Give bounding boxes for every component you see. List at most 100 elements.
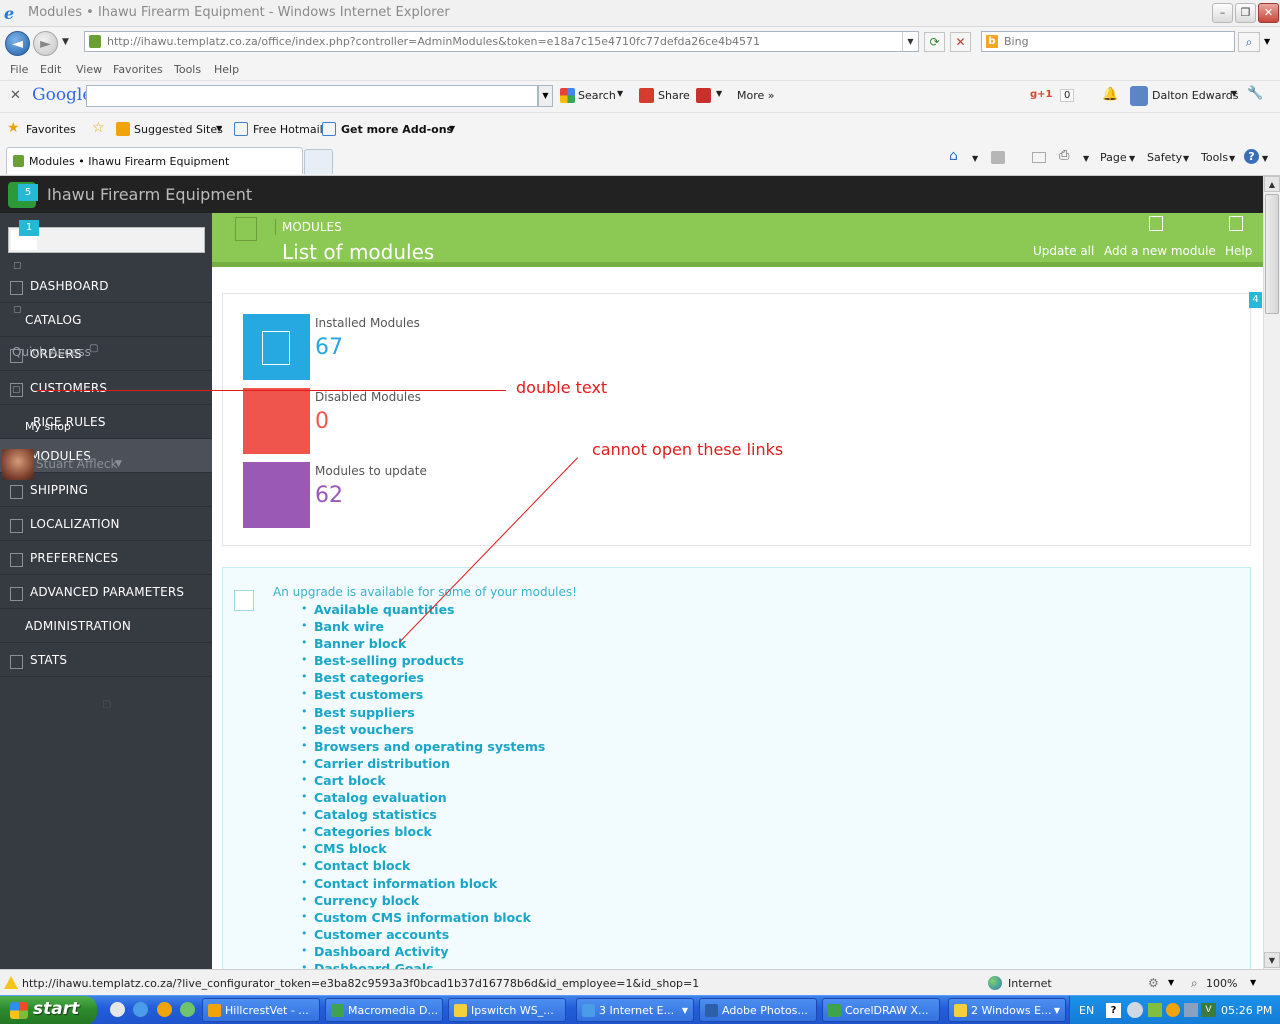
back-button[interactable]: ◄ xyxy=(5,31,30,56)
sidebar-item-dashboard[interactable]: DASHBOARD xyxy=(0,269,212,303)
blocker-dropdown-icon[interactable]: ▼ xyxy=(716,89,722,98)
side-tag[interactable]: 4 xyxy=(1249,292,1262,308)
module-link[interactable]: Contact block xyxy=(301,858,545,875)
home-icon[interactable]: ⌂ xyxy=(949,148,958,164)
protected-mode-icon[interactable]: ⚙ xyxy=(1148,976,1159,990)
help-button[interactable]: Help xyxy=(1225,244,1252,258)
quicklaunch-app-icon[interactable] xyxy=(180,1002,195,1017)
zoom-dropdown-icon[interactable]: ▼ xyxy=(1250,978,1256,987)
scroll-thumb[interactable] xyxy=(1265,194,1279,314)
notification-bell-icon[interactable]: 🔔 xyxy=(1102,87,1118,102)
sidebar-item-customers[interactable]: CUSTOMERS xyxy=(0,371,212,405)
mail-icon[interactable] xyxy=(1032,152,1046,163)
employee-avatar[interactable] xyxy=(2,449,34,480)
search-go-icon[interactable]: ⌕ xyxy=(1238,32,1260,52)
security-zone[interactable]: Internet xyxy=(1008,977,1052,990)
module-link[interactable]: CMS block xyxy=(301,841,545,858)
quick-access-overlap[interactable]: Quick Access xyxy=(12,345,91,359)
page-menu[interactable]: Page xyxy=(1100,151,1127,164)
help-tray-icon[interactable]: ? xyxy=(1106,1003,1121,1018)
tray-arrow-icon[interactable] xyxy=(1127,1002,1143,1018)
google-search-button[interactable]: Search xyxy=(578,89,616,102)
menu-favorites[interactable]: Favorites xyxy=(113,63,163,76)
address-url[interactable]: http://ihawu.templatz.co.za/office/index… xyxy=(107,35,760,48)
share-button[interactable]: Share xyxy=(658,89,690,102)
module-link[interactable]: Best-selling products xyxy=(301,653,545,670)
start-button[interactable]: start xyxy=(0,996,97,1024)
module-link[interactable]: Currency block xyxy=(301,893,545,910)
quicklaunch-ie-icon[interactable] xyxy=(133,1002,148,1017)
module-link[interactable]: Best vouchers xyxy=(301,722,545,739)
user-dropdown-icon[interactable]: ▼ xyxy=(1231,89,1237,98)
breadcrumb[interactable]: MODULES xyxy=(282,220,342,234)
system-clock[interactable]: 05:26 PM xyxy=(1221,1004,1272,1017)
safety-dropdown-icon[interactable]: ▼ xyxy=(1183,154,1189,163)
module-link[interactable]: Contact information block xyxy=(301,876,545,893)
taskbar-item[interactable]: 3 Internet E... ▼ xyxy=(576,998,694,1022)
zoom-icon[interactable]: ⌕ xyxy=(1191,976,1198,991)
module-link[interactable]: Bank wire xyxy=(301,619,545,636)
tools-menu[interactable]: Tools xyxy=(1201,151,1228,164)
module-link[interactable]: Best suppliers xyxy=(301,705,545,722)
taskbar-group-dropdown-icon[interactable]: ▼ xyxy=(682,1006,688,1015)
close-window-button[interactable]: ✕ xyxy=(1258,3,1279,23)
add-new-module-button[interactable]: Add a new module xyxy=(1104,244,1216,258)
quicklaunch-desktop-icon[interactable] xyxy=(110,1002,125,1017)
taskbar-item[interactable]: Macromedia D... xyxy=(325,998,443,1022)
google-search-icon[interactable] xyxy=(560,88,575,103)
search-dropdown-icon[interactable]: ▼ xyxy=(617,89,623,98)
print-dropdown-icon[interactable]: ▼ xyxy=(1083,154,1089,163)
module-link[interactable]: Catalog evaluation xyxy=(301,790,545,807)
suggested-dropdown-icon[interactable]: ▼ xyxy=(216,124,222,133)
menu-edit[interactable]: Edit xyxy=(40,63,61,76)
page-scrollbar[interactable]: ▲ ▼ xyxy=(1263,176,1280,969)
zoom-level[interactable]: 100% xyxy=(1206,977,1237,990)
menu-help[interactable]: Help xyxy=(214,63,239,76)
wrench-icon[interactable]: 🔧 xyxy=(1247,86,1263,101)
plusone-button[interactable]: g+1 xyxy=(1030,89,1053,100)
module-link[interactable]: Cart block xyxy=(301,773,545,790)
module-link[interactable]: Custom CMS information block xyxy=(301,910,545,927)
refresh-button[interactable]: ⟳ xyxy=(924,32,945,52)
notification-badge[interactable]: 5 xyxy=(18,184,38,201)
protected-dropdown-icon[interactable]: ▼ xyxy=(1168,978,1174,987)
favorites-button[interactable]: Favorites xyxy=(26,123,76,136)
quicklaunch-media-icon[interactable] xyxy=(157,1002,172,1017)
module-link[interactable]: Catalog statistics xyxy=(301,807,545,824)
bing-search-field[interactable]: b Bing xyxy=(981,31,1235,52)
search-options-icon[interactable]: ▼ xyxy=(1264,37,1270,46)
sidebar-item-catalog[interactable]: ▢ CATALOG xyxy=(0,303,212,337)
home-dropdown-icon[interactable]: ▼ xyxy=(972,154,978,163)
tray-network-icon[interactable] xyxy=(1184,1003,1198,1017)
menu-file[interactable]: File xyxy=(10,63,28,76)
print-icon[interactable]: ⎙ xyxy=(1059,148,1069,163)
module-link[interactable]: Best categories xyxy=(301,670,545,687)
menu-view[interactable]: View xyxy=(76,63,102,76)
blocker-icon[interactable] xyxy=(696,88,711,103)
menu-tools[interactable]: Tools xyxy=(174,63,201,76)
scroll-down-icon[interactable]: ▼ xyxy=(1264,952,1280,968)
google-search-input[interactable] xyxy=(86,85,538,107)
address-field[interactable]: http://ihawu.templatz.co.za/office/index… xyxy=(84,31,919,52)
share-icon[interactable] xyxy=(639,88,654,103)
close-toolbar-icon[interactable]: ✕ xyxy=(10,88,21,103)
maximize-button[interactable]: ❐ xyxy=(1235,3,1256,23)
safety-menu[interactable]: Safety xyxy=(1147,151,1182,164)
taskbar-item[interactable]: HillcrestVet - ... xyxy=(202,998,320,1022)
get-addons-link[interactable]: Get more Add-ons xyxy=(341,123,453,136)
module-link[interactable]: Best customers xyxy=(301,687,545,704)
sidebar-item-orders[interactable]: ORDERS Quick Access ▢ xyxy=(0,337,212,371)
more-button[interactable]: More » xyxy=(737,89,775,102)
help-dropdown-icon[interactable]: ▼ xyxy=(1262,154,1268,163)
scroll-up-icon[interactable]: ▲ xyxy=(1264,176,1280,192)
module-link[interactable]: Carrier distribution xyxy=(301,756,545,773)
free-hotmail-link[interactable]: Free Hotmail xyxy=(253,123,323,136)
help-icon[interactable]: ? xyxy=(1244,149,1259,164)
google-search-dropdown-icon[interactable]: ▼ xyxy=(538,85,553,107)
tab-modules[interactable]: Modules • Ihawu Firearm Equipment xyxy=(6,147,303,174)
tray-app-icon[interactable] xyxy=(1166,1003,1180,1017)
sidebar-item-stats[interactable]: STATS xyxy=(0,643,212,677)
sidebar-item-administration[interactable]: ADMINISTRATION xyxy=(0,609,212,643)
update-all-button[interactable]: Update all xyxy=(1033,244,1094,258)
my-shop-link[interactable]: My shop xyxy=(25,420,71,433)
